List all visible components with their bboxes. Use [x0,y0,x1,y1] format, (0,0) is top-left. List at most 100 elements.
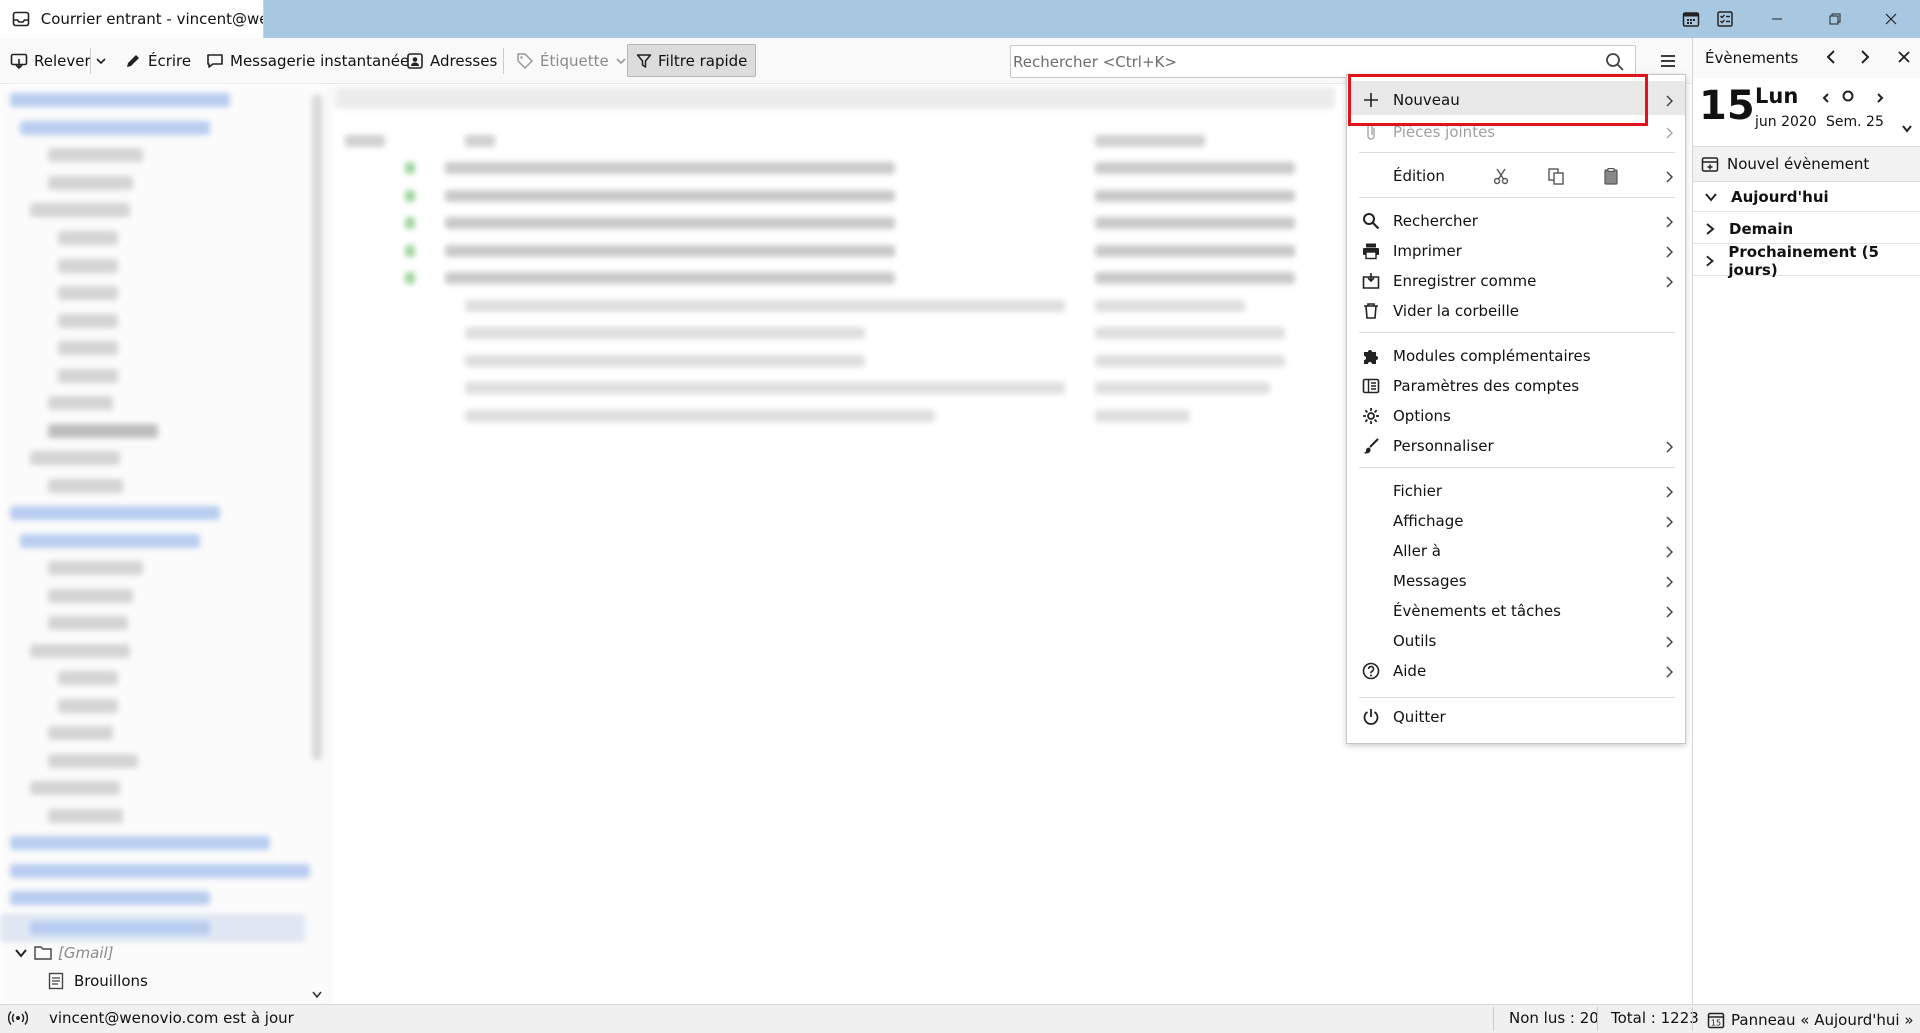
download-icon [10,53,28,70]
chevron-down-icon[interactable] [1901,120,1913,138]
scissors-icon[interactable] [1491,166,1511,186]
write-button[interactable]: Écrire [124,46,191,76]
help-icon [1361,661,1381,681]
next-day-icon[interactable] [1875,90,1885,108]
thunderbird-window: Courrier entrant - vincent@wen Relever É… [0,0,1920,1033]
menu-item-empty-trash[interactable]: Vider la corbeille [1347,296,1687,326]
account-status: vincent@wenovio.com est à jour [49,1009,294,1027]
menu-item-go[interactable]: Aller à [1347,536,1687,566]
menu-item-new[interactable]: Nouveau [1347,85,1687,115]
week-number: Sem. 25 [1826,114,1884,130]
menu-item-print-label: Imprimer [1393,242,1462,260]
calendar-icon: 15 [1707,1012,1725,1029]
address-book-button[interactable]: Adresses [406,46,497,76]
menu-item-print[interactable]: Imprimer [1347,236,1687,266]
section-today[interactable]: Aujourd'hui [1693,182,1920,212]
power-icon [1361,707,1381,727]
filter-icon [636,53,652,68]
menu-item-quit[interactable]: Quitter [1347,702,1687,732]
paperclip-icon [1361,122,1381,142]
tab-inbox[interactable]: Courrier entrant - vincent@wen [0,0,264,38]
chevron-right-icon[interactable] [1859,49,1871,69]
get-messages-dropdown[interactable] [95,46,113,76]
chevron-right-icon [1706,255,1714,266]
menu-separator [1359,332,1675,333]
menu-item-options-label: Options [1393,407,1451,425]
today-pane-title: Évènements [1705,49,1799,67]
close-icon[interactable] [1897,50,1911,68]
menu-item-tools[interactable]: Outils [1347,626,1687,656]
folder-drafts[interactable]: Brouillons [48,970,148,992]
today-pane-toggle[interactable]: 15 Panneau « Aujourd'hui » [1707,1008,1920,1032]
menu-item-attachments[interactable]: Pièces jointes [1347,117,1687,147]
minimize-button[interactable] [1748,0,1806,38]
tag-button[interactable]: Étiquette [516,46,633,76]
app-menu-button[interactable] [1654,46,1682,76]
folder-pane[interactable] [0,85,330,1005]
menu-item-messages[interactable]: Messages [1347,566,1687,596]
tasks-tab-icon[interactable] [1714,8,1736,30]
chevron-right-icon [1665,544,1674,562]
chevron-left-icon[interactable] [1825,49,1837,69]
menu-item-options[interactable]: Options [1347,401,1687,431]
close-window-button[interactable] [1862,0,1920,38]
scroll-down-arrow[interactable] [311,986,323,1004]
calendar-tab-icon[interactable] [1680,8,1702,30]
plus-icon [1361,90,1381,110]
section-upcoming-label: Prochainement (5 jours) [1728,242,1879,279]
menu-item-edit: Édition [1347,161,1687,191]
today-pane-header: Évènements [1693,38,1920,78]
chevron-right-icon [1665,274,1674,292]
menu-item-account-settings-label: Paramètres des comptes [1393,377,1580,395]
menu-item-events-tasks[interactable]: Évènements et tâches [1347,596,1687,626]
copy-icon[interactable] [1546,166,1566,186]
menu-item-file[interactable]: Fichier [1347,476,1687,506]
restore-button[interactable] [1806,0,1864,38]
chevron-right-icon [1665,244,1674,262]
menu-item-save-as[interactable]: Enregistrer comme [1347,266,1687,296]
chat-button[interactable]: Messagerie instantanée [206,46,409,76]
today-dot-icon[interactable] [1841,89,1855,107]
search-icon[interactable] [1605,52,1625,76]
hamburger-icon [1661,55,1675,67]
prev-day-icon[interactable] [1821,90,1831,108]
menu-item-find[interactable]: Rechercher [1347,206,1687,236]
gear-icon [1361,406,1381,426]
chevron-down-icon [15,949,27,958]
get-messages-button[interactable]: Relever [10,46,91,76]
tab-title: Courrier entrant - vincent@wen [40,10,263,28]
folder-gmail[interactable]: [Gmail] [14,942,113,964]
status-bar: vincent@wenovio.com est à jour Non lus :… [0,1004,1920,1033]
section-upcoming[interactable]: Prochainement (5 jours) [1693,242,1920,279]
divider [1493,1007,1494,1031]
divider [1597,1007,1598,1031]
chevron-right-icon [1665,514,1674,532]
account-settings-icon [1361,376,1381,396]
online-status-icon[interactable] [7,1010,29,1030]
trash-icon [1361,301,1381,321]
chevron-right-icon[interactable] [1665,169,1674,187]
menu-item-edit-label: Édition [1393,167,1445,185]
section-today-label: Aujourd'hui [1731,187,1829,206]
chevron-right-icon [1665,664,1674,682]
menu-item-help[interactable]: Aide [1347,656,1687,686]
calendar-add-icon [1701,157,1719,172]
write-label: Écrire [148,52,192,70]
menu-item-addons[interactable]: Modules complémentaires [1347,341,1687,371]
menu-item-customize[interactable]: Personnaliser [1347,431,1687,461]
tag-label: Étiquette [540,52,609,70]
menu-separator [1359,697,1675,698]
search-icon [1361,211,1381,231]
section-tomorrow[interactable]: Demain [1693,214,1920,244]
menu-item-account-settings[interactable]: Paramètres des comptes [1347,371,1687,401]
menu-item-view[interactable]: Affichage [1347,506,1687,536]
new-event-button[interactable]: Nouvel évènement [1693,146,1920,182]
quick-filter-button[interactable]: Filtre rapide [627,44,757,77]
divider [503,48,504,74]
app-menu-panel: Nouveau Pièces jointes Édition Recherche… [1346,74,1686,744]
draft-icon [48,972,64,990]
month-year: jun 2020 [1755,114,1817,130]
unread-count: Non lus : 20 [1509,1009,1599,1027]
paste-icon[interactable] [1601,166,1621,186]
menu-item-messages-label: Messages [1393,572,1467,590]
